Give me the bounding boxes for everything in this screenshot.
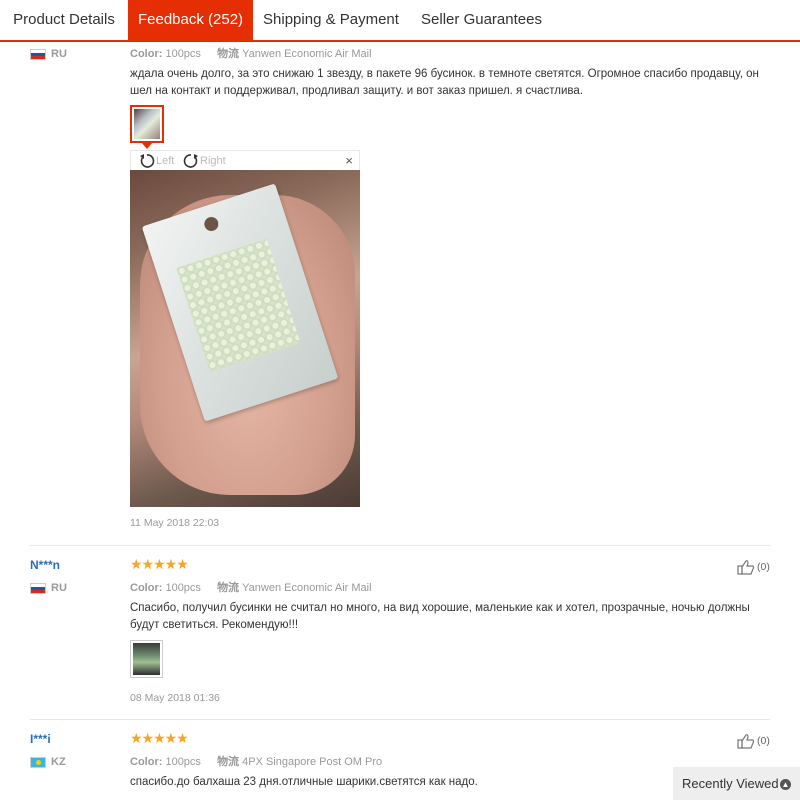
- divider: [30, 719, 770, 720]
- russia-flag-icon: [30, 582, 46, 594]
- photo-thumbnail-image: [133, 643, 160, 675]
- buyer-name[interactable]: N***n: [30, 558, 60, 572]
- kazakhstan-flag-icon: [30, 756, 46, 768]
- rotate-right-icon: [183, 154, 198, 168]
- helpful-button[interactable]: (0): [737, 733, 770, 749]
- color-label: Color:: [130, 582, 163, 594]
- selected-pointer: [141, 142, 153, 149]
- star-rating: ★★★★★: [130, 730, 189, 746]
- color-label: Color:: [130, 48, 163, 60]
- thumbs-up-icon: [737, 560, 755, 575]
- review-photo-thumbnail[interactable]: [130, 640, 163, 678]
- tab-product-details[interactable]: Product Details: [0, 0, 128, 40]
- helpful-count: (0): [757, 561, 770, 573]
- buyer-country: KZ: [30, 756, 66, 768]
- recently-viewed-button[interactable]: Recently Viewed ▲: [673, 767, 800, 800]
- photo-thumbnail-image: [134, 109, 160, 139]
- review-photo-thumbnail[interactable]: [130, 105, 164, 143]
- country-code: KZ: [51, 756, 66, 768]
- review-date: 11 May 2018 22:03: [130, 517, 220, 529]
- rotate-right-button[interactable]: Right: [183, 153, 226, 169]
- tab-seller-guarantees[interactable]: Seller Guarantees: [409, 0, 554, 40]
- buyer-country: RU: [30, 582, 67, 594]
- helpful-count: (0): [757, 735, 770, 747]
- photo-viewer-toolbar: Left Right ×: [130, 150, 360, 170]
- logistics-label: 物流: [217, 756, 240, 768]
- shipping-method: Yanwen Economic Air Mail: [242, 48, 372, 60]
- recently-viewed-label: Recently Viewed: [682, 776, 779, 791]
- color-value: 100pcs: [165, 48, 201, 60]
- review-date: 08 May 2018 01:36: [130, 692, 220, 704]
- buyer-country: RU: [30, 48, 67, 60]
- color-label: Color:: [130, 756, 163, 768]
- chevron-up-icon: ▲: [780, 779, 791, 790]
- order-info: Color: 100pcs 物流 Yanwen Economic Air Mai…: [130, 45, 372, 61]
- star-rating: ★★★★★: [130, 556, 189, 572]
- country-code: RU: [51, 48, 67, 60]
- tab-shipping-payment[interactable]: Shipping & Payment: [253, 0, 409, 40]
- country-code: RU: [51, 582, 67, 594]
- review-photo-large: [130, 170, 360, 507]
- thumbs-up-icon: [737, 734, 755, 749]
- order-info: Color: 100pcs 物流 Yanwen Economic Air Mai…: [130, 579, 372, 595]
- buyer-name[interactable]: I***i: [30, 732, 51, 746]
- rotate-left-icon: [140, 154, 155, 168]
- review-text: Спасибо, получил бусинки не считал но мн…: [130, 602, 750, 631]
- color-value: 100pcs: [165, 756, 201, 768]
- logistics-label: 物流: [217, 48, 240, 60]
- helpful-button[interactable]: (0): [737, 559, 770, 575]
- tab-feedback[interactable]: Feedback (252): [128, 0, 253, 42]
- review-text: ждала очень долго, за это снижаю 1 звезд…: [130, 68, 759, 97]
- shipping-method: 4PX Singapore Post OM Pro: [242, 756, 383, 768]
- russia-flag-icon: [30, 48, 46, 60]
- divider: [30, 545, 770, 546]
- color-value: 100pcs: [165, 582, 201, 594]
- shipping-method: Yanwen Economic Air Mail: [242, 582, 372, 594]
- product-tabs: Product Details Feedback (252) Shipping …: [0, 0, 800, 42]
- order-info: Color: 100pcs 物流 4PX Singapore Post OM P…: [130, 753, 382, 769]
- rotate-right-label: Right: [200, 155, 226, 167]
- rotate-left-label: Left: [156, 155, 175, 167]
- rotate-left-button[interactable]: Left: [139, 153, 174, 169]
- logistics-label: 物流: [217, 582, 240, 594]
- close-viewer-button[interactable]: ×: [345, 153, 353, 168]
